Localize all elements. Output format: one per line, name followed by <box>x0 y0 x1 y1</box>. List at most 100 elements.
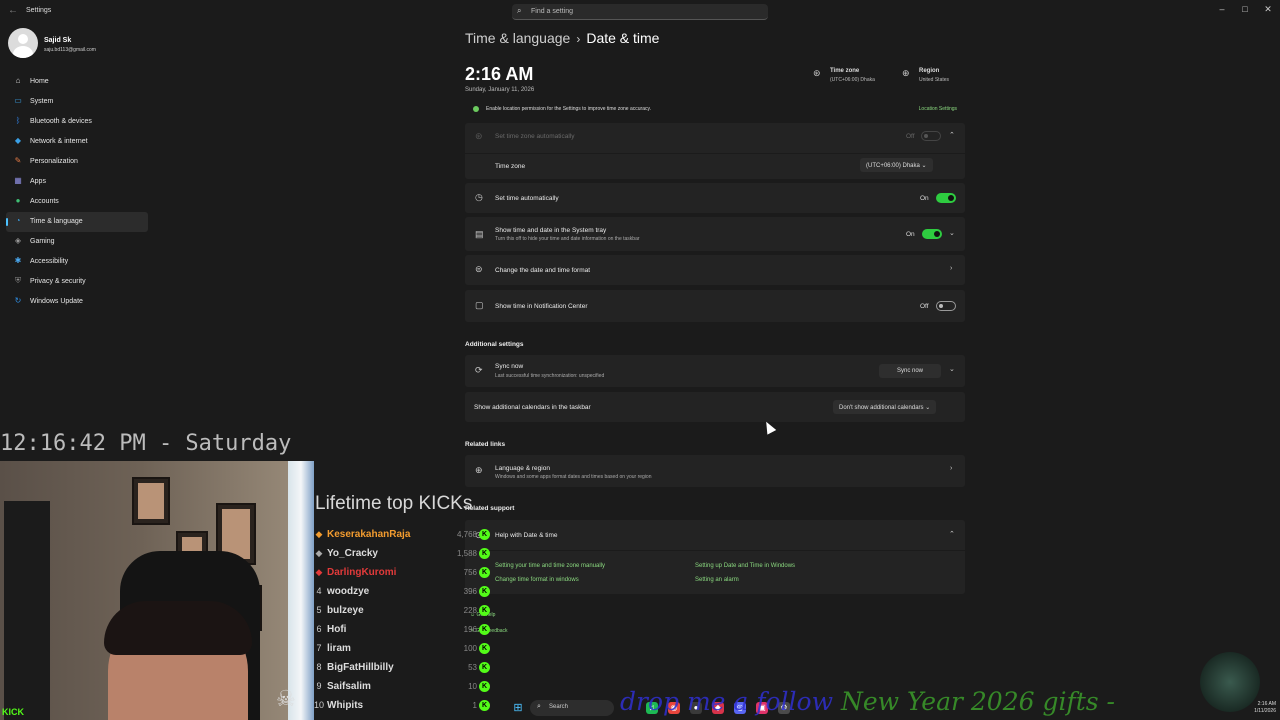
sidebar-item-network-internet[interactable]: ◆ Network & internet <box>6 132 148 152</box>
kick-username: DarlingKuromi <box>327 567 397 578</box>
bluetooth-icon: ᛒ <box>15 116 21 125</box>
breadcrumb-parent[interactable]: Time & language <box>465 30 570 46</box>
sidebar-item-label: Home <box>30 78 49 85</box>
timezone-summary-value: (UTC+06:00) Dhaka <box>830 77 875 83</box>
sidebar-item-label: System <box>30 98 54 105</box>
kick-username: woodzye <box>327 586 370 597</box>
sidebar-item-time-language[interactable]: ◔ Time & language <box>6 212 148 232</box>
gamepad-icon: ◈ <box>14 236 22 245</box>
language-region-row[interactable]: ⊕ Language & region Windows and some app… <box>465 455 965 487</box>
list-item: 8 BigFatHillbilly 53 K <box>313 661 493 680</box>
webcam-feed <box>0 461 314 720</box>
tray-date: 1/11/2026 <box>1254 708 1276 714</box>
breadcrumb-separator: › <box>576 32 581 46</box>
sidebar-item-system[interactable]: ▭ System <box>6 92 148 112</box>
chevron-up-icon[interactable]: ⌃ <box>949 131 955 139</box>
auto-time-row: ◷ Set time automatically On <box>465 183 965 213</box>
auto-time-toggle[interactable] <box>936 193 956 203</box>
kick-count: 10 <box>468 682 477 691</box>
search-icon: ⌕ <box>537 703 541 710</box>
chevron-right-icon: › <box>950 265 953 272</box>
region-summary-label: Region <box>919 68 940 74</box>
user-email: saju.bd113@gmail.com <box>44 47 96 53</box>
system-clock[interactable]: 2:16 AM 1/11/2026 <box>1254 701 1276 715</box>
related-support-heading: Related support <box>465 505 515 512</box>
ticker-follow-text: drop me a follow <box>620 687 841 716</box>
systray-title: Show time and date in the System tray <box>495 227 607 234</box>
back-arrow-icon[interactable]: ← <box>8 5 18 16</box>
kick-rank: 4 <box>316 586 322 596</box>
sidebar-item-apps[interactable]: ▦ Apps <box>6 172 148 192</box>
kick-username: Hofi <box>327 624 347 635</box>
calendars-dropdown[interactable]: Don't show additional calendars ⌄ <box>833 400 937 414</box>
sidebar-item-windows-update[interactable]: ↻ Windows Update <box>6 292 148 312</box>
time-zone-dropdown[interactable]: (UTC+06:00) Dhaka ⌄ <box>860 158 933 172</box>
kick-rank: ◆ <box>315 567 323 577</box>
app-title: Settings <box>26 7 52 14</box>
auto-time-state: On <box>920 195 929 202</box>
calendars-row: Show additional calendars in the taskbar… <box>465 392 965 422</box>
list-item: ◆ Yo_Cracky 1,588 K <box>313 547 493 566</box>
chevron-up-icon[interactable]: ⌃ <box>949 530 955 538</box>
kick-rank: 6 <box>316 624 322 634</box>
kick-username: Yo_Cracky <box>327 548 378 559</box>
help-link[interactable]: Setting your time and time zone manually <box>495 563 605 569</box>
notification-row: ▢ Show time in Notification Center Off <box>465 290 965 322</box>
sidebar-item-home[interactable]: ⌂ Home <box>6 72 148 92</box>
help-link[interactable]: Change time format in windows <box>495 577 579 583</box>
close-icon[interactable]: ✕ <box>1261 4 1275 15</box>
kick-badge-icon: K <box>479 548 490 559</box>
kick-count: 196 <box>463 625 477 634</box>
taskbar-search-label: Search <box>549 704 569 710</box>
help-link[interactable]: Setting an alarm <box>695 577 739 583</box>
sidebar-nav: ⌂ Home ▭ System ᛒ Bluetooth & devices ◆ Network… <box>6 72 148 312</box>
sidebar-item-privacy-security[interactable]: ⛨ Privacy & security <box>6 272 148 292</box>
auto-timezone-toggle[interactable] <box>921 131 941 141</box>
maximize-icon[interactable]: □ <box>1238 4 1252 14</box>
sidebar-item-personalization[interactable]: ✎ Personalization <box>6 152 148 172</box>
accessibility-icon: ✱ <box>14 256 22 265</box>
clock-icon: ◷ <box>475 192 483 202</box>
sidebar-item-gaming[interactable]: ◈ Gaming <box>6 232 148 252</box>
chevron-down-icon[interactable]: ⌄ <box>949 365 955 373</box>
systray-toggle[interactable] <box>922 229 942 239</box>
current-date: Sunday, January 11, 2026 <box>465 87 535 93</box>
kick-username: Saifsalim <box>327 681 371 692</box>
kick-count: 53 <box>468 663 477 672</box>
notification-toggle[interactable] <box>936 301 956 311</box>
sidebar-item-label: Accounts <box>30 198 59 205</box>
sidebar-item-label: Gaming <box>30 238 55 245</box>
top-kicks-list: ◆ KeserakahanRaja 4,768 K ◆ Yo_Cracky 1,588 K ◆ D… <box>313 528 493 718</box>
sync-row: ⟳ Sync now Last successful time synchron… <box>465 355 965 387</box>
location-settings-link[interactable]: Location Settings <box>919 106 957 112</box>
systray-subtitle: Turn this off to hide your time and date… <box>495 236 640 242</box>
format-row[interactable]: ⊜ Change the date and time format › <box>465 255 965 285</box>
list-item: ◆ KeserakahanRaja 4,768 K <box>313 528 493 547</box>
wifi-icon: ◆ <box>14 136 22 145</box>
language-region-subtitle: Windows and some apps format dates and t… <box>495 474 652 480</box>
page-title: Date & time <box>586 30 660 46</box>
top-kicks-title: Lifetime top KICKs <box>315 493 473 514</box>
sidebar-item-label: Personalization <box>30 158 78 165</box>
search-box[interactable]: ⌕ Find a setting <box>512 4 768 20</box>
windows-start-icon[interactable]: ⊞ <box>512 702 524 714</box>
chevron-right-icon: › <box>950 465 953 472</box>
sidebar-item-accessibility[interactable]: ✱ Accessibility <box>6 252 148 272</box>
sync-title: Sync now <box>495 363 524 370</box>
kick-count: 1,588 <box>456 549 477 558</box>
sidebar-item-accounts[interactable]: ● Accounts <box>6 192 148 212</box>
home-icon: ⌂ <box>15 76 21 85</box>
minimize-icon[interactable]: – <box>1215 4 1229 14</box>
avatar <box>8 28 38 58</box>
help-link[interactable]: Setting up Date and Time in Windows <box>695 563 795 569</box>
list-item: 7 liram 100 K <box>313 642 493 661</box>
taskbar-search[interactable]: ⌕ Search <box>530 700 614 716</box>
sidebar-item-bluetooth-devices[interactable]: ᛒ Bluetooth & devices <box>6 112 148 132</box>
timezone-summary-label: Time zone <box>830 68 860 74</box>
list-item: 4 woodzye 396 K <box>313 585 493 604</box>
kick-rank: 5 <box>316 605 322 615</box>
chevron-down-icon[interactable]: ⌄ <box>949 229 955 237</box>
kick-rank: 8 <box>316 662 322 672</box>
list-item: 6 Hofi 196 K <box>313 623 493 642</box>
sync-now-button[interactable]: Sync now <box>879 364 941 378</box>
